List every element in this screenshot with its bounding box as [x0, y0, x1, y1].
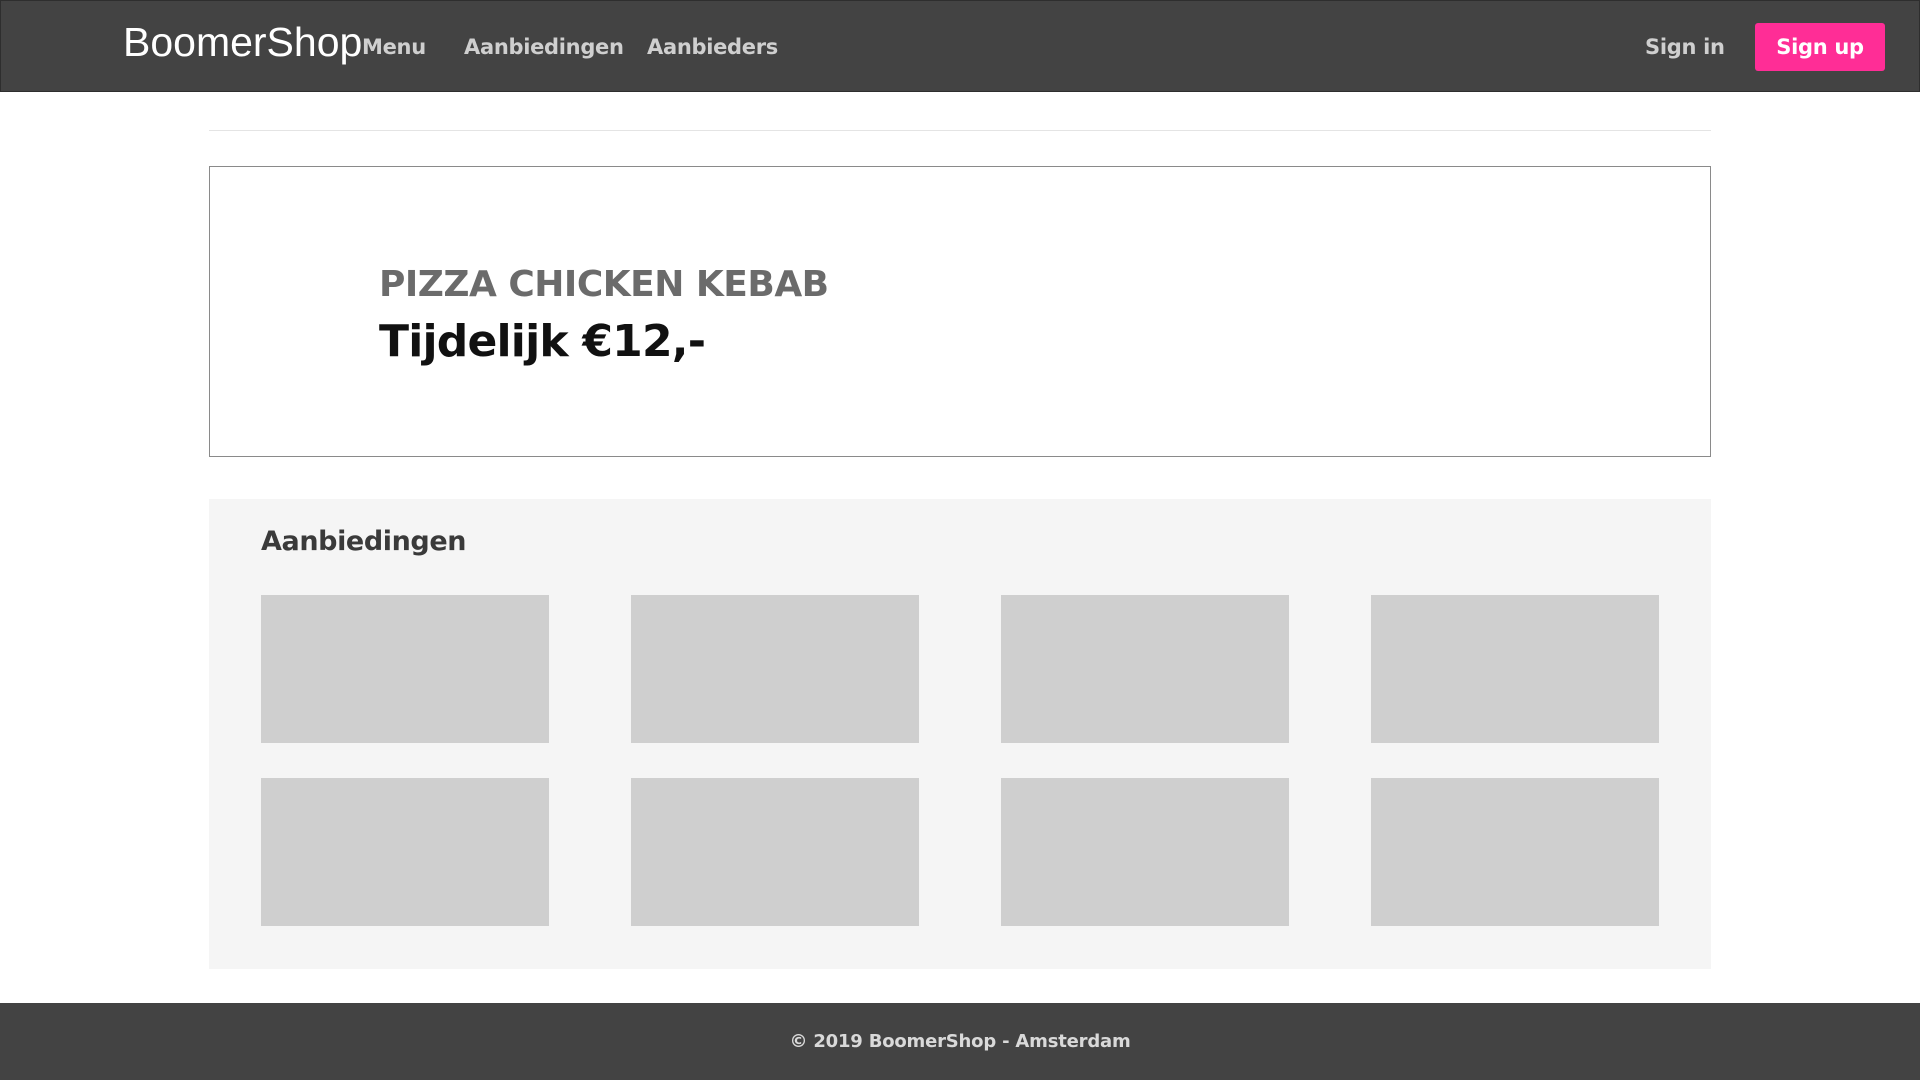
hero-banner[interactable]: PIZZA CHICKEN KEBAB Tijdelijk €12,-	[209, 166, 1711, 457]
footer: © 2019 BoomerShop - Amsterdam	[0, 1003, 1920, 1080]
offer-card[interactable]	[261, 595, 549, 743]
nav-link-menu[interactable]: Menu	[362, 33, 426, 61]
hero-title: Tijdelijk €12,-	[379, 316, 706, 367]
offer-card[interactable]	[1371, 778, 1659, 926]
offer-card[interactable]	[1371, 595, 1659, 743]
nav-link-providers[interactable]: Aanbieders	[647, 33, 778, 61]
offer-card[interactable]	[631, 595, 919, 743]
offer-card[interactable]	[1001, 595, 1289, 743]
footer-copyright: © 2019 BoomerShop - Amsterdam	[789, 1031, 1131, 1052]
offer-card[interactable]	[631, 778, 919, 926]
offers-heading: Aanbiedingen	[261, 526, 467, 557]
offer-card[interactable]	[261, 778, 549, 926]
navbar: BoomerShop Menu Aanbiedingen Aanbieders …	[0, 0, 1920, 92]
brand-logo-link[interactable]: BoomerShop	[123, 19, 362, 65]
content-divider	[209, 130, 1711, 131]
offer-card[interactable]	[1001, 778, 1289, 926]
sign-up-button[interactable]: Sign up	[1755, 23, 1885, 71]
offers-section: Aanbiedingen	[209, 499, 1711, 969]
hero-subtitle: PIZZA CHICKEN KEBAB	[379, 264, 829, 305]
nav-link-offers[interactable]: Aanbiedingen	[464, 33, 624, 61]
sign-in-link[interactable]: Sign in	[1645, 33, 1725, 61]
